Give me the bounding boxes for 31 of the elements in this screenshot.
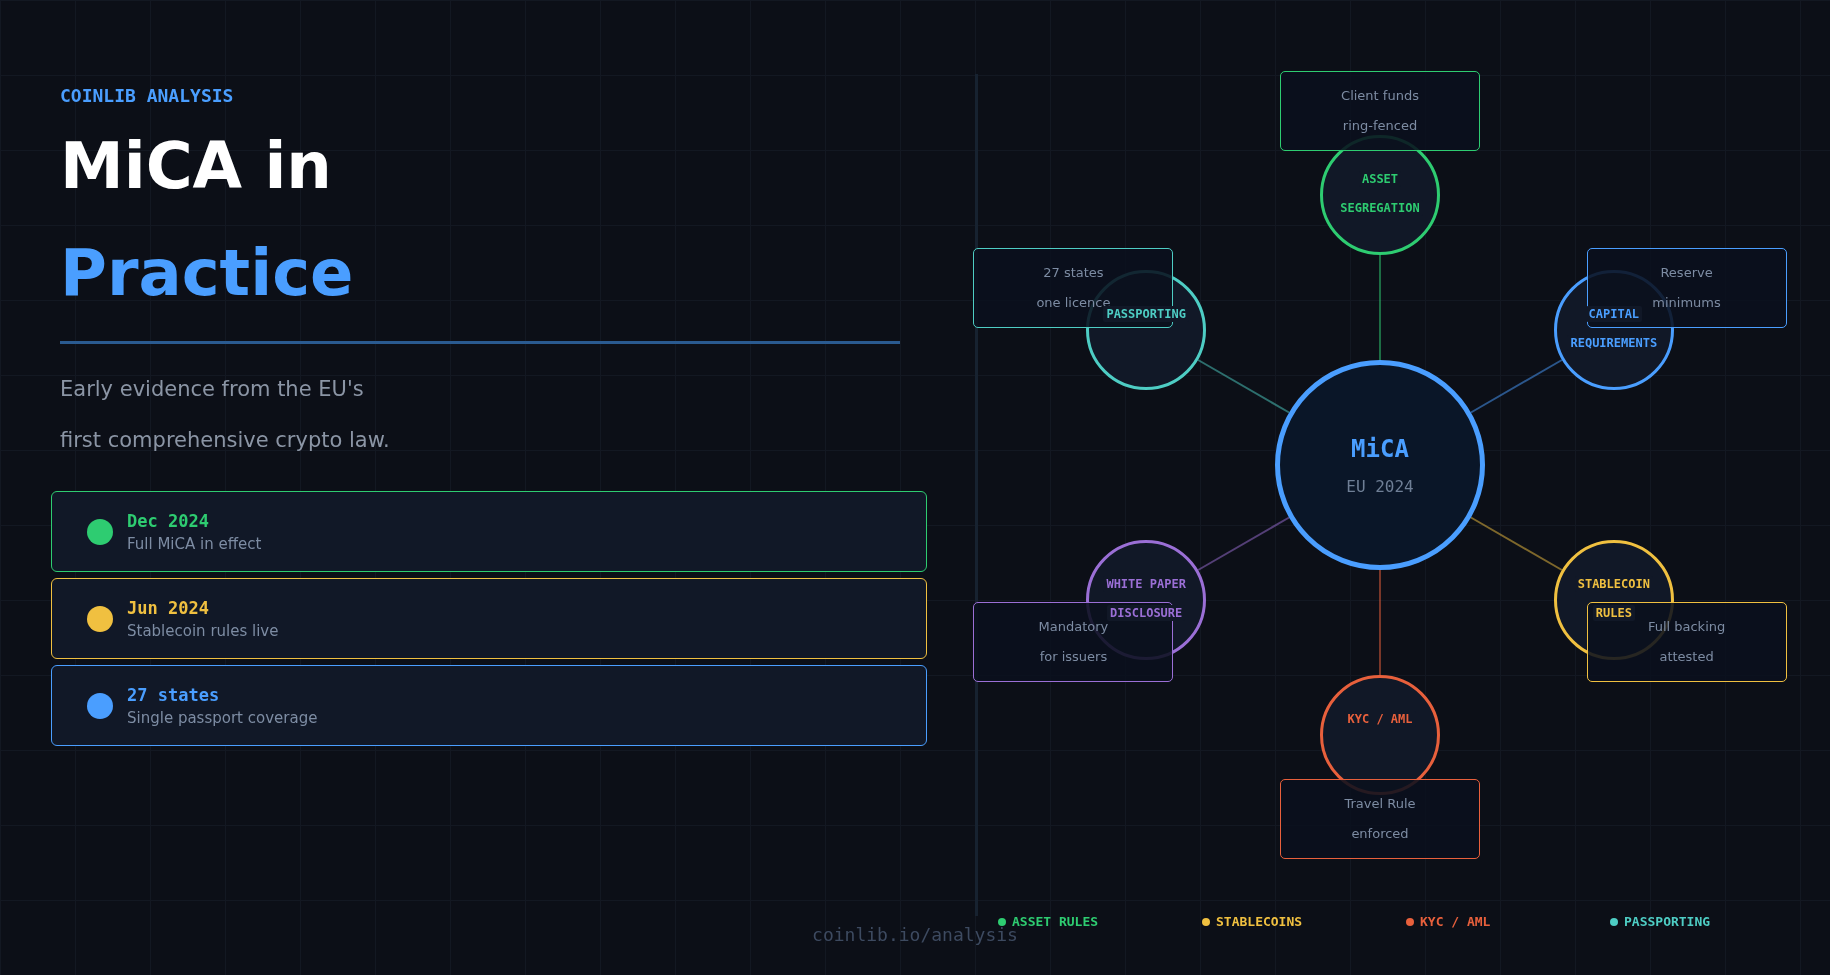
callout-text: 27 states xyxy=(1043,264,1104,282)
callout-text: minimums xyxy=(1652,294,1721,312)
title-line: MiCA in xyxy=(60,128,333,205)
milestone-caption: Single passport coverage xyxy=(127,708,318,727)
legend-label: PASSPORTING xyxy=(1624,914,1711,929)
legend-label: KYC / AML xyxy=(1420,914,1491,929)
callout-text: attested xyxy=(1659,648,1714,666)
node-label: CAPITAL xyxy=(1585,306,1643,322)
milestone-caption: Full MiCA in effect xyxy=(127,534,262,553)
hub-subtitle: EU 2024 xyxy=(1346,476,1414,496)
milestone-date: Jun 2024 xyxy=(127,597,210,618)
milestone-caption: Stablecoin rules live xyxy=(127,621,279,640)
callout-text: Full backing xyxy=(1647,618,1726,636)
callout-text: ring-fenced xyxy=(1342,117,1418,135)
milestone-date: Dec 2024 xyxy=(127,510,210,531)
callout-text: Reserve xyxy=(1660,264,1713,282)
callout-text: Travel Rule xyxy=(1344,795,1416,813)
subtitle-line: first comprehensive crypto law. xyxy=(60,427,391,454)
kicker-label: COINLIB ANALYSIS xyxy=(60,85,235,107)
legend-label: ASSET RULES xyxy=(1012,914,1099,929)
callout-text: Mandatory xyxy=(1038,618,1109,636)
title-line: Practice xyxy=(60,235,355,312)
legend-label: STABLECOINS xyxy=(1216,914,1303,929)
milestone-date: 27 states xyxy=(127,684,221,705)
node-label: PASSPORTING xyxy=(1103,306,1189,322)
node-label: RULES xyxy=(1592,605,1635,621)
callout-text: enforced xyxy=(1351,825,1409,843)
hub-title: MiCA xyxy=(1351,434,1409,463)
callout-text: for issuers xyxy=(1039,648,1108,666)
callout-text: Client funds xyxy=(1341,87,1419,105)
subtitle-line: Early evidence from the EU's xyxy=(60,376,365,403)
